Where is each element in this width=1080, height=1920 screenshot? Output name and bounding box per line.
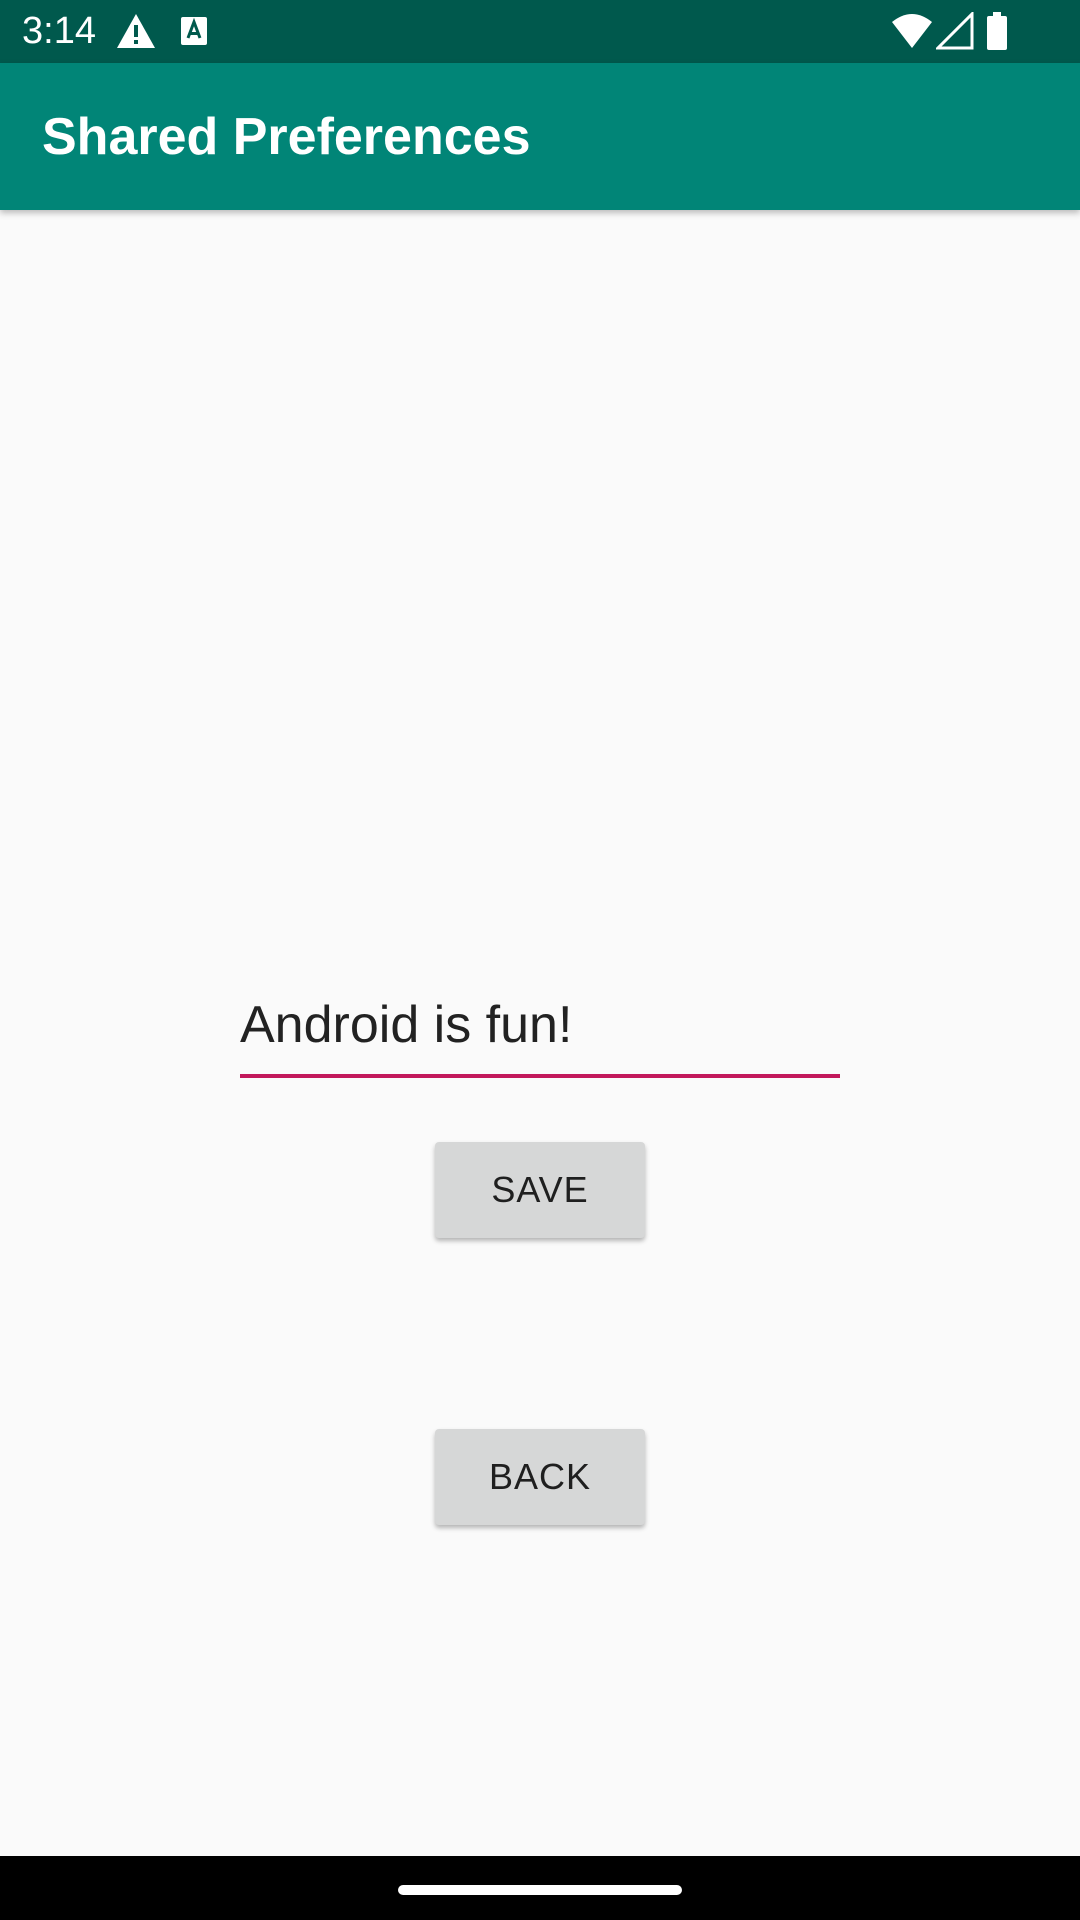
wifi-icon bbox=[892, 14, 932, 48]
text-input-underline bbox=[240, 1074, 840, 1078]
status-time: 3:14 bbox=[22, 10, 96, 52]
text-input-value: Android is fun! bbox=[240, 996, 573, 1054]
battery-icon bbox=[987, 12, 1007, 50]
main-content: Android is fun! SAVE BACK bbox=[0, 210, 1080, 1856]
signal-icon bbox=[936, 12, 974, 50]
navigation-bar bbox=[0, 1856, 1080, 1920]
home-handle[interactable] bbox=[398, 1885, 682, 1895]
alert-icon bbox=[117, 14, 155, 48]
status-bar: 3:14 bbox=[0, 0, 1080, 63]
back-button[interactable]: BACK bbox=[435, 1429, 645, 1525]
app-title: Shared Preferences bbox=[42, 108, 531, 166]
app-screen: 3:14 Shared Preferences Android is fun! … bbox=[0, 0, 1080, 1920]
a-icon bbox=[181, 17, 207, 45]
app-bar: Shared Preferences bbox=[0, 63, 1080, 210]
text-input[interactable]: Android is fun! bbox=[240, 990, 840, 1090]
save-button[interactable]: SAVE bbox=[435, 1142, 645, 1238]
